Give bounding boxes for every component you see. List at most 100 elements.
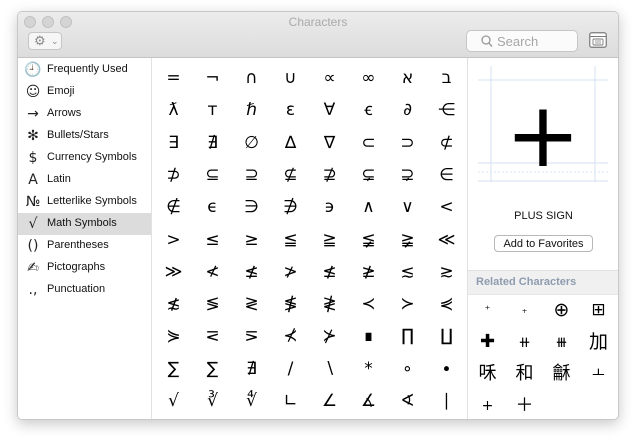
action-menu-button[interactable]: ⚙ ⌄: [28, 32, 62, 50]
character-cell[interactable]: ≦: [271, 224, 310, 256]
character-cell[interactable]: ≤: [193, 224, 232, 256]
character-cell[interactable]: ≥: [232, 224, 271, 256]
related-character-cell[interactable]: 和: [506, 358, 543, 390]
character-cell[interactable]: ∣: [427, 385, 466, 417]
character-cell[interactable]: ∛: [193, 385, 232, 417]
sidebar-item-math-symbols[interactable]: √ Math Symbols: [18, 213, 151, 235]
sidebar-item-letterlike-symbols[interactable]: № Letterlike Symbols: [18, 191, 151, 213]
character-cell[interactable]: ⊅: [154, 159, 193, 191]
sidebar-item-frequently-used[interactable]: 🕘 Frequently Used: [18, 59, 151, 81]
character-cell[interactable]: <: [427, 191, 466, 223]
character-cell[interactable]: ∏: [388, 320, 427, 352]
character-cell[interactable]: ⋲: [427, 94, 466, 126]
character-cell[interactable]: ∬: [310, 417, 349, 419]
character-cell[interactable]: ∈: [427, 159, 466, 191]
character-cell[interactable]: ⋜: [193, 320, 232, 352]
keyboard-viewer-button[interactable]: [589, 32, 607, 48]
related-character-cell[interactable]: ＋: [506, 390, 543, 419]
character-cell[interactable]: >: [154, 224, 193, 256]
sidebar-item-latin[interactable]: A Latin: [18, 169, 151, 191]
related-character-cell[interactable]: 龢: [543, 358, 580, 390]
character-cell[interactable]: ≨: [349, 224, 388, 256]
character-cell[interactable]: ∮: [388, 417, 427, 419]
character-cell[interactable]: ≮: [193, 256, 232, 288]
character-cell[interactable]: ∦: [232, 417, 271, 419]
character-cell[interactable]: ≪: [427, 224, 466, 256]
character-cell[interactable]: ≰: [232, 256, 271, 288]
character-cell[interactable]: ∘: [388, 353, 427, 385]
character-cell[interactable]: ∅: [232, 127, 271, 159]
character-cell[interactable]: ∨: [388, 191, 427, 223]
character-cell[interactable]: ɛ: [271, 94, 310, 126]
character-cell[interactable]: ≹: [310, 288, 349, 320]
character-cell[interactable]: ⋟: [154, 320, 193, 352]
character-cell[interactable]: ϶: [310, 191, 349, 223]
related-character-cell[interactable]: +: [469, 390, 506, 419]
search-field[interactable]: [466, 30, 578, 52]
related-character-cell[interactable]: ✚: [469, 326, 506, 358]
character-cell[interactable]: ∋: [232, 191, 271, 223]
character-cell[interactable]: ⊊: [349, 159, 388, 191]
related-character-cell[interactable]: ⧺: [506, 326, 543, 358]
character-cell[interactable]: ⊇: [232, 159, 271, 191]
character-cell[interactable]: ¬: [193, 62, 232, 94]
character-cell[interactable]: ∖: [310, 353, 349, 385]
character-cell[interactable]: ꞓ: [349, 94, 388, 126]
character-cell[interactable]: ≳: [427, 256, 466, 288]
character-cell[interactable]: ∠: [310, 385, 349, 417]
character-cell[interactable]: א: [388, 62, 427, 94]
sidebar-item-punctuation[interactable]: ., Punctuation: [18, 279, 151, 301]
character-cell[interactable]: ≻: [388, 288, 427, 320]
character-cell[interactable]: ∤: [154, 417, 193, 419]
character-cell[interactable]: ∃: [154, 127, 193, 159]
related-character-cell[interactable]: ⊞: [580, 294, 617, 326]
character-cell[interactable]: ⊉: [310, 159, 349, 191]
character-cell[interactable]: ∄: [232, 353, 271, 385]
related-character-cell[interactable]: ㅗ: [580, 358, 617, 390]
character-cell[interactable]: ∡: [349, 385, 388, 417]
character-cell[interactable]: ∩: [232, 62, 271, 94]
character-cell[interactable]: ∎: [349, 320, 388, 352]
character-cell[interactable]: ≧: [310, 224, 349, 256]
character-cell[interactable]: ∜: [232, 385, 271, 417]
character-cell[interactable]: ≴: [154, 288, 193, 320]
character-cell[interactable]: ⊄: [427, 127, 466, 159]
character-cell[interactable]: ≱: [349, 256, 388, 288]
character-cell[interactable]: ∥: [193, 417, 232, 419]
character-cell[interactable]: ≺: [349, 288, 388, 320]
related-character-cell[interactable]: 咊: [469, 358, 506, 390]
character-cell[interactable]: ∑: [154, 353, 193, 385]
character-cell[interactable]: ≫: [154, 256, 193, 288]
character-cell[interactable]: ∐: [427, 320, 466, 352]
character-cell[interactable]: ∄: [193, 127, 232, 159]
character-cell[interactable]: ϵ: [193, 191, 232, 223]
character-cell[interactable]: ≷: [232, 288, 271, 320]
character-cell[interactable]: ≸: [271, 288, 310, 320]
sidebar-item-pictographs[interactable]: ✍ Pictographs: [18, 257, 151, 279]
character-cell[interactable]: ∉: [154, 191, 193, 223]
character-cell[interactable]: ⊈: [271, 159, 310, 191]
character-cell[interactable]: ≲: [388, 256, 427, 288]
character-cell[interactable]: ∙: [427, 353, 466, 385]
character-cell[interactable]: ≯: [271, 256, 310, 288]
character-cell[interactable]: ב: [427, 62, 466, 94]
character-cell[interactable]: ⊋: [388, 159, 427, 191]
character-cell[interactable]: ⊀: [271, 320, 310, 352]
character-cell[interactable]: ⋞: [427, 288, 466, 320]
sidebar-item-bullets-stars[interactable]: ✻ Bullets/Stars: [18, 125, 151, 147]
character-cell[interactable]: ℏ: [232, 94, 271, 126]
related-character-cell[interactable]: 加: [580, 326, 617, 358]
character-cell[interactable]: ∀: [310, 94, 349, 126]
character-cell[interactable]: ∪: [271, 62, 310, 94]
character-cell[interactable]: ⊆: [193, 159, 232, 191]
character-cell[interactable]: *: [349, 353, 388, 385]
character-cell[interactable]: ∭: [349, 417, 388, 419]
character-cell[interactable]: =: [154, 62, 193, 94]
character-cell[interactable]: ∌: [271, 191, 310, 223]
character-cell[interactable]: ∯: [427, 417, 466, 419]
character-cell[interactable]: ∑: [193, 353, 232, 385]
character-cell[interactable]: ⊃: [388, 127, 427, 159]
character-cell[interactable]: ƛ: [154, 94, 193, 126]
sidebar-item-emoji[interactable]: ☺ Emoji: [18, 81, 151, 103]
sidebar-item-parentheses[interactable]: () Parentheses: [18, 235, 151, 257]
